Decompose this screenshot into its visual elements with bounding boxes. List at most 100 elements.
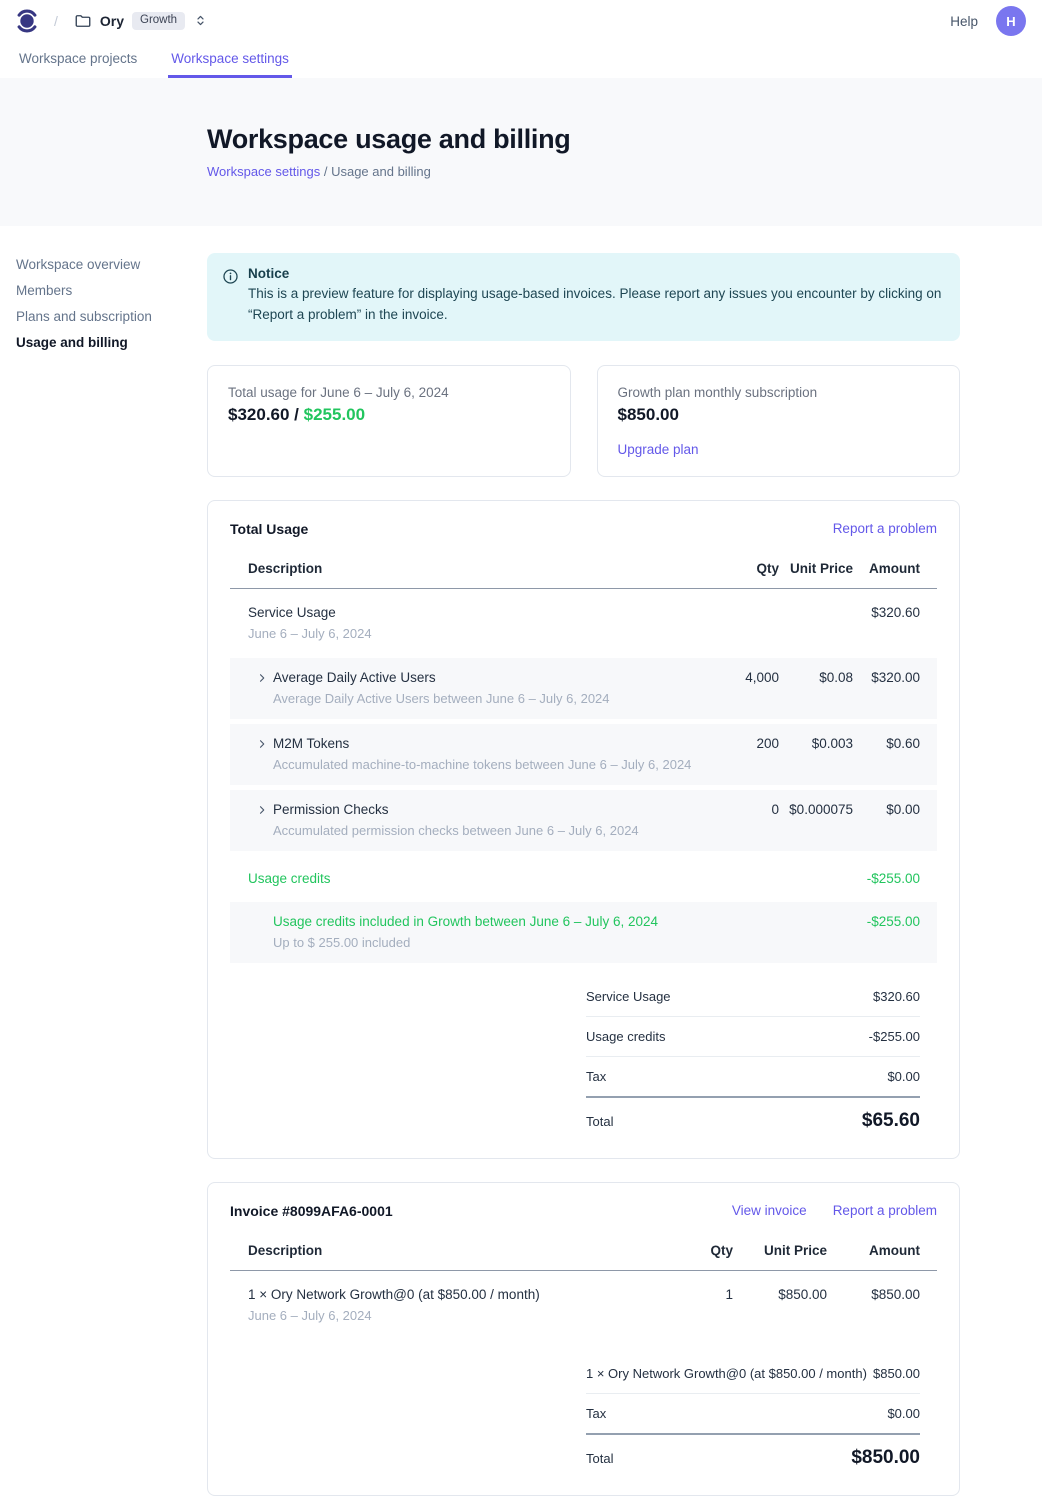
usage-summary-label: Service Usage [586,989,671,1004]
usage-card-label: Total usage for June 6 – July 6, 2024 [228,385,550,400]
usage-summary-value: $320.60 [873,989,920,1004]
usage-row-average-daily-active-users[interactable]: Average Daily Active Users Average Daily … [230,658,937,719]
invoice-row-1-ory-network-growth-0-at-850-00-month: 1 × Ory Network Growth@0 (at $850.00 / m… [230,1271,937,1340]
usage-row-description: Usage credits included in Growth between… [273,912,699,952]
usage-row-subtitle: Accumulated machine-to-machine tokens be… [273,756,699,774]
column-description: Description [248,1243,653,1258]
usage-row-unit-price: $0.08 [779,668,853,688]
usage-row-qty: 4,000 [699,668,779,688]
total-usage-stat-card: Total usage for June 6 – July 6, 2024 $3… [207,365,571,477]
usage-summary-label: Usage credits [586,1029,665,1044]
usage-row-unit-price: $0.003 [779,734,853,754]
column-amount: Amount [827,1243,920,1258]
notice-title: Notice [248,266,942,281]
usage-row-description: Average Daily Active Users Average Daily … [273,668,699,708]
summary-cards-row: Total usage for June 6 – July 6, 2024 $3… [207,365,960,477]
invoice-summary: 1 × Ory Network Growth@0 (at $850.00 / m… [586,1354,937,1471]
usage-row-title: Service Usage [248,603,699,623]
invoice-title: Invoice #8099AFA6-0001 [230,1203,393,1219]
invoice-row-title: 1 × Ory Network Growth@0 (at $850.00 / m… [248,1285,653,1305]
usage-row-qty: 200 [699,734,779,754]
invoice-row-unit-price: $850.00 [733,1285,827,1305]
usage-row-amount: -$255.00 [853,869,920,889]
usage-amount: $320.60 / [228,405,304,424]
report-problem-link[interactable]: Report a problem [833,521,937,536]
invoice-table-header: Description Qty Unit Price Amount [230,1233,937,1271]
sidebar-item-members[interactable]: Members [16,281,196,300]
chevron-right-icon [256,672,268,684]
avatar[interactable]: H [996,6,1026,36]
breadcrumb-separator: / [324,164,328,179]
total-usage-table-card: Total Usage Report a problem Description… [207,500,960,1159]
invoice-total-value: $850.00 [851,1447,920,1469]
usage-summary-value: -$255.00 [869,1029,920,1044]
usage-row-amount: $0.60 [853,734,920,754]
usage-row-title: M2M Tokens [273,734,699,754]
usage-row-description: Usage credits [248,869,699,889]
sidebar-item-usage-and-billing[interactable]: Usage and billing [16,333,196,352]
usage-row-m2m-tokens[interactable]: M2M Tokens Accumulated machine-to-machine… [230,724,937,785]
column-amount: Amount [853,561,920,576]
usage-row-qty: 0 [699,800,779,820]
topbar: / Ory Growth Help H [0,0,1042,42]
usage-summary-total: Total$65.60 [586,1098,920,1134]
usage-table-title: Total Usage [230,521,308,537]
usage-row-title: Permission Checks [273,800,699,820]
usage-row-amount: $320.60 [853,603,920,623]
workspace-switcher[interactable]: Ory Growth [74,12,208,31]
sidebar-item-workspace-overview[interactable]: Workspace overview [16,255,196,274]
breadcrumb-link-settings[interactable]: Workspace settings [207,164,320,179]
page-header: Workspace usage and billing Workspace se… [0,78,1042,226]
usage-row-amount: $0.00 [853,800,920,820]
column-qty: Qty [699,561,779,576]
column-description: Description [248,561,699,576]
usage-summary-label: Tax [586,1069,606,1084]
main-content: Notice This is a preview feature for dis… [207,253,960,1496]
plan-card-label: Growth plan monthly subscription [618,385,940,400]
invoice-total-label: Total [586,1451,613,1466]
chevron-up-down-icon [193,13,208,28]
usage-summary-service-usage: Service Usage $320.60 [586,977,920,1017]
invoice-row-qty: 1 [653,1285,733,1305]
help-link[interactable]: Help [950,14,978,29]
usage-row-subtitle: Average Daily Active Users between June … [273,690,699,708]
usage-table-header: Description Qty Unit Price Amount [230,551,937,589]
usage-row-usage-credits: Usage credits -$255.00 [230,856,937,902]
invoice-summary-tax: Tax $0.00 [586,1394,920,1435]
invoice-summary-value: $0.00 [887,1406,920,1421]
usage-row-permission-checks[interactable]: Permission ChecksAccumulated permission … [230,790,937,851]
invoice-card: Invoice #8099AFA6-0001 View invoice Repo… [207,1182,960,1496]
tab-workspace-settings[interactable]: Workspace settings [168,42,292,78]
invoice-summary-label: Tax [586,1406,606,1421]
sidebar: Workspace overview Members Plans and subsc… [16,255,196,359]
upgrade-plan-link[interactable]: Upgrade plan [618,442,699,457]
tab-workspace-projects[interactable]: Workspace projects [16,42,140,78]
usage-row-subtitle: Up to $ 255.00 included [273,934,699,952]
tabbar: Workspace projects Workspace settings [0,42,1042,78]
usage-row-title: Average Daily Active Users [273,668,699,688]
page-title: Workspace usage and billing [207,124,1042,155]
plan-badge: Growth [132,12,185,31]
invoice-summary-label: 1 × Ory Network Growth@0 (at $850.00 / m… [586,1366,867,1381]
usage-row-title: Usage credits [248,869,699,889]
breadcrumb-current: Usage and billing [331,164,431,179]
usage-summary-value: $0.00 [887,1069,920,1084]
usage-row-unit-price: $0.000075 [779,800,853,820]
info-icon [222,268,239,285]
invoice-row-amount: $850.00 [827,1285,920,1305]
plan-card-value: $850.00 [618,405,940,425]
notice-banner: Notice This is a preview feature for dis… [207,253,960,341]
sidebar-item-plans-and-subscription[interactable]: Plans and subscription [16,307,196,326]
invoice-report-problem-link[interactable]: Report a problem [833,1203,937,1218]
column-unit-price: Unit Price [779,561,853,576]
view-invoice-link[interactable]: View invoice [732,1203,807,1218]
workspace-name: Ory [100,13,124,29]
usage-row-amount: $320.00 [853,668,920,688]
usage-row-subtitle: June 6 – July 6, 2024 [248,625,699,643]
usage-row-amount: -$255.00 [853,912,920,932]
invoice-summary-1-ory-network-growth-0-at-850-00-month: 1 × Ory Network Growth@0 (at $850.00 / m… [586,1354,920,1394]
usage-row-title: Usage credits included in Growth between… [273,912,699,932]
ory-logo[interactable] [16,7,38,35]
usage-row-service-usage: Service Usage June 6 – July 6, 2024 $320.6… [230,589,937,658]
column-unit-price: Unit Price [733,1243,827,1258]
